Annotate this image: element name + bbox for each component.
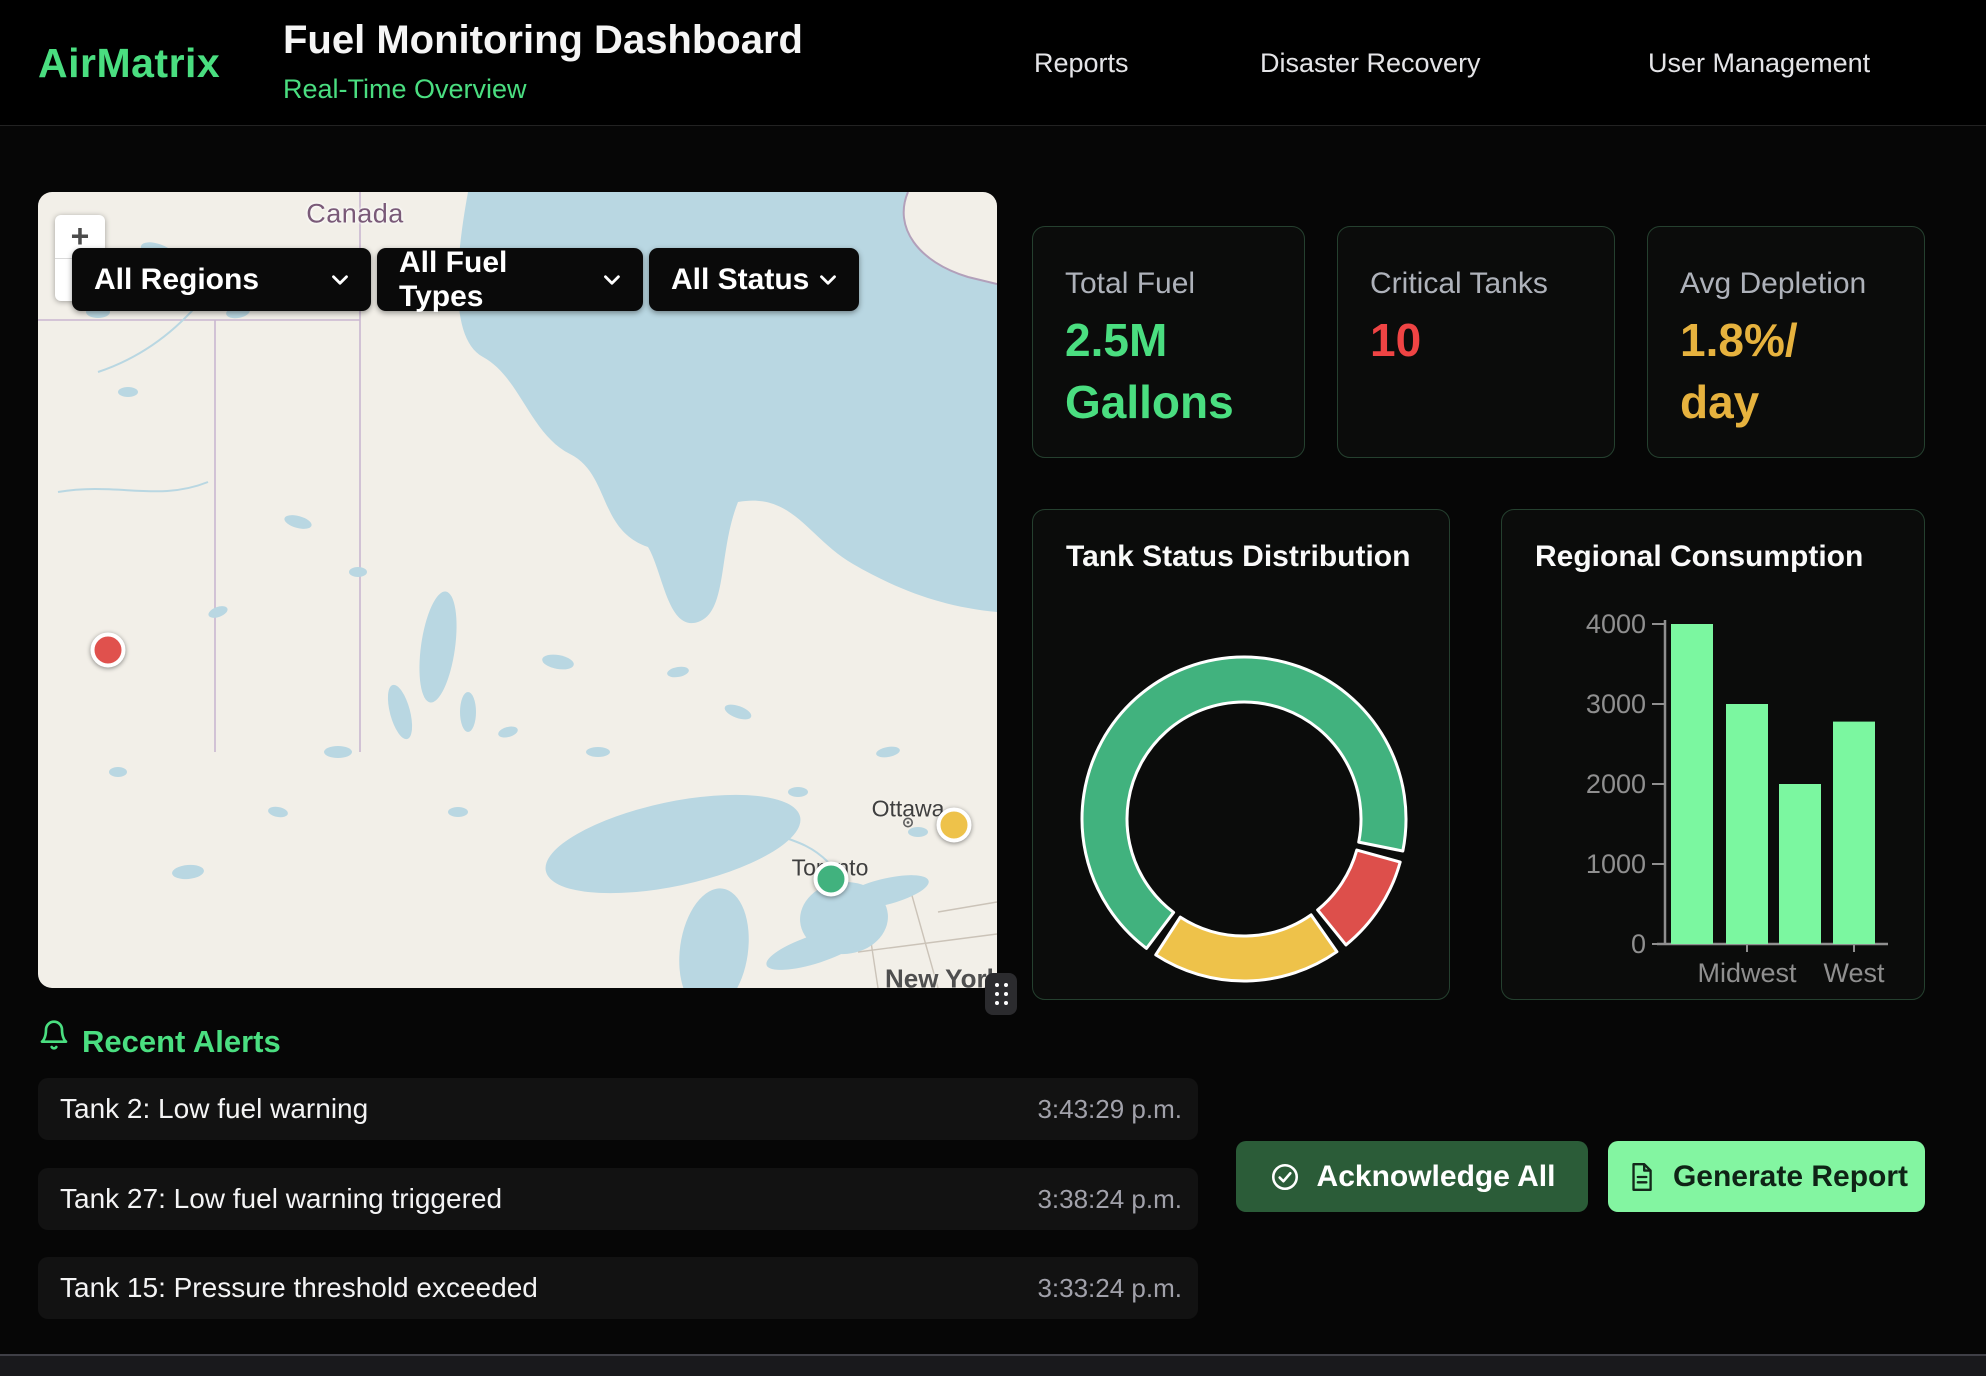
grip-dots-icon — [995, 983, 1008, 1005]
bell-icon — [38, 1018, 70, 1052]
alert-row: Tank 15: Pressure threshold exceeded 3:33… — [38, 1257, 1198, 1319]
y-axis-tick-label: 4000 — [1586, 609, 1646, 639]
map-label-new-york: New York — [885, 964, 997, 989]
map-panel[interactable]: Canada OttawaTorontoNew York + − All Reg… — [38, 192, 997, 988]
filter-label: All Regions — [94, 263, 259, 297]
alert-text: Tank 27: Low fuel warning triggered — [60, 1183, 502, 1215]
map-filter-bar: All Regions All Fuel Types All Status — [72, 248, 859, 311]
alert-text: Tank 2: Low fuel warning — [60, 1093, 368, 1125]
stat-value: 1.8%/day — [1680, 309, 1798, 433]
bar-region-3[interactable] — [1779, 784, 1821, 944]
town-symbol-icon — [901, 816, 915, 835]
nav-item-disaster-recovery[interactable]: Disaster Recovery — [1260, 48, 1481, 79]
chevron-down-icon — [815, 267, 841, 293]
chevron-down-icon — [599, 267, 625, 293]
x-axis-tick-label: Midwest — [1697, 958, 1797, 988]
filter-label: All Status — [671, 263, 809, 297]
donut-segment-warning[interactable] — [1156, 915, 1337, 981]
bar-midwest[interactable] — [1726, 704, 1768, 944]
donut-segment-critical[interactable] — [1318, 850, 1401, 945]
stat-card-total-fuel: Total Fuel 2.5MGallons — [1032, 226, 1305, 458]
nav-item-user-management[interactable]: User Management — [1648, 48, 1870, 79]
stat-value: 10 — [1370, 309, 1421, 371]
alert-time: 3:33:24 p.m. — [1037, 1273, 1182, 1304]
bar-region-1[interactable] — [1671, 624, 1713, 944]
alert-row: Tank 2: Low fuel warning 3:43:29 p.m. — [38, 1078, 1198, 1140]
acknowledge-all-button[interactable]: Acknowledge All — [1236, 1141, 1588, 1212]
tank-marker-normal[interactable] — [814, 862, 849, 897]
filter-dropdown-all-fuel-types[interactable]: All Fuel Types — [377, 248, 643, 311]
recent-alerts-title: Recent Alerts — [82, 1024, 281, 1060]
stat-label: Critical Tanks — [1370, 267, 1548, 301]
alert-row: Tank 27: Low fuel warning triggered 3:38:… — [38, 1168, 1198, 1230]
stat-card-avg-depletion: Avg Depletion 1.8%/day — [1647, 226, 1925, 458]
filter-dropdown-all-status[interactable]: All Status — [649, 248, 859, 311]
nav-item-reports[interactable]: Reports — [1034, 48, 1129, 79]
acknowledge-all-label: Acknowledge All — [1317, 1160, 1556, 1194]
generate-report-label: Generate Report — [1673, 1160, 1908, 1194]
regional-consumption-card: Regional Consumption 01000200030004000Mi… — [1501, 509, 1925, 1000]
bar-west[interactable] — [1833, 722, 1875, 944]
file-text-icon — [1625, 1161, 1657, 1193]
fuel-monitoring-dashboard: AirMatrix Fuel Monitoring Dashboard Real… — [0, 0, 1986, 1376]
brand-logo[interactable]: AirMatrix — [38, 40, 220, 87]
y-axis-tick-label: 1000 — [1586, 849, 1646, 879]
regional-consumption-bar-chart[interactable]: 0 1000 2000 3000 4000 Midwest West — [1502, 510, 1926, 999]
filter-dropdown-all-regions[interactable]: All Regions — [72, 248, 371, 311]
stat-card-critical-tanks: Critical Tanks 10 — [1337, 226, 1615, 458]
stat-label: Total Fuel — [1065, 267, 1195, 301]
alert-time: 3:38:24 p.m. — [1037, 1184, 1182, 1215]
check-circle-icon — [1269, 1161, 1301, 1193]
y-axis-tick-label: 2000 — [1586, 769, 1646, 799]
generate-report-button[interactable]: Generate Report — [1608, 1141, 1925, 1212]
map-country-label: Canada — [306, 199, 404, 230]
chevron-down-icon — [327, 267, 353, 293]
app-header: AirMatrix Fuel Monitoring Dashboard Real… — [0, 0, 1986, 126]
stat-value: 2.5MGallons — [1065, 309, 1234, 433]
alert-time: 3:43:29 p.m. — [1037, 1094, 1182, 1125]
tank-status-doughnut-chart[interactable] — [1033, 510, 1451, 999]
page-title: Fuel Monitoring Dashboard — [283, 18, 803, 63]
alert-text: Tank 15: Pressure threshold exceeded — [60, 1272, 538, 1304]
x-axis-tick-label: West — [1823, 958, 1885, 988]
filter-label: All Fuel Types — [399, 246, 599, 314]
stat-label: Avg Depletion — [1680, 267, 1866, 301]
y-axis-tick-label: 3000 — [1586, 689, 1646, 719]
tank-marker-warning[interactable] — [937, 808, 972, 843]
y-axis-tick-label: 0 — [1631, 929, 1646, 959]
page-subtitle: Real-Time Overview — [283, 74, 527, 105]
tank-status-card: Tank Status Distribution — [1032, 509, 1450, 1000]
map-resize-handle[interactable] — [985, 973, 1017, 1015]
tank-marker-critical[interactable] — [91, 633, 126, 668]
bottom-strip — [0, 1356, 1986, 1376]
